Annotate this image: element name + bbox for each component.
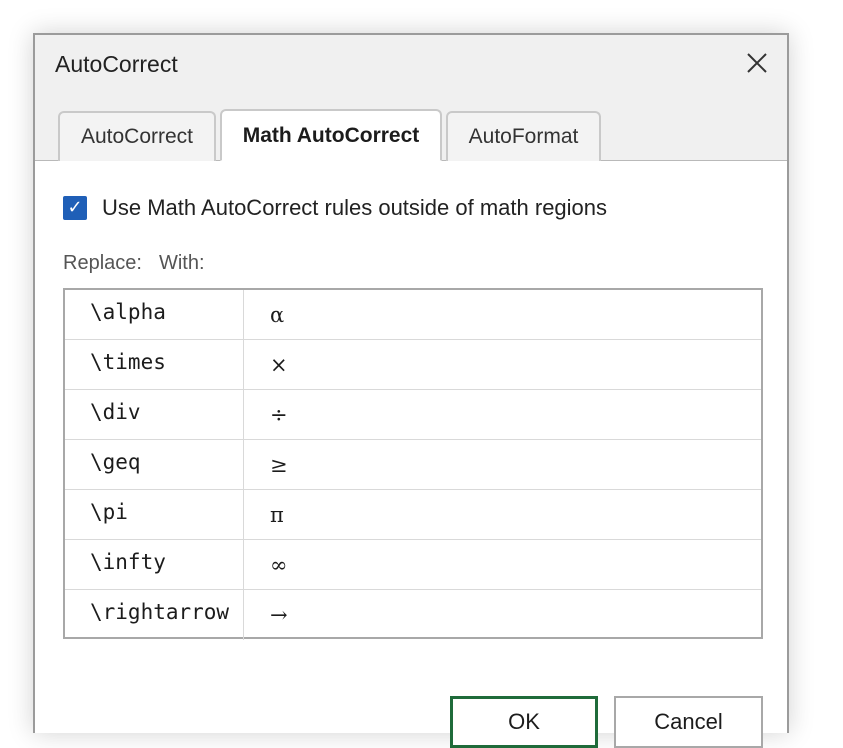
- checkmark-icon: ✓: [67, 197, 83, 218]
- rules-list[interactable]: \alpha α \times × \div ÷ \geq ≥ \pi π \i…: [63, 288, 763, 640]
- cancel-button[interactable]: Cancel: [614, 696, 763, 748]
- replace-cell: \div: [65, 390, 244, 439]
- tab-autocorrect[interactable]: AutoCorrect: [58, 111, 216, 161]
- title-bar: AutoCorrect: [35, 35, 787, 94]
- with-cell: ×: [270, 353, 288, 377]
- with-cell: ≥: [270, 453, 288, 477]
- tab-autoformat[interactable]: AutoFormat: [446, 111, 601, 161]
- tab-math-autocorrect[interactable]: Math AutoCorrect: [220, 109, 442, 161]
- list-item[interactable]: \geq ≥: [65, 440, 761, 490]
- with-cell: α: [270, 303, 285, 327]
- math-outside-regions-option: ✓ Use Math AutoCorrect rules outside of …: [63, 195, 607, 221]
- column-headers: Replace: With:: [63, 252, 205, 275]
- tab-strip: AutoCorrect Math AutoCorrect AutoFormat: [35, 93, 787, 161]
- autocorrect-dialog: AutoCorrect AutoCorrect Math AutoCorrect…: [33, 33, 789, 748]
- replace-cell: \infty: [65, 540, 244, 589]
- replace-cell: \times: [65, 340, 244, 389]
- replace-cell: \pi: [65, 490, 244, 539]
- close-icon: [747, 53, 767, 73]
- with-cell: ÷: [270, 403, 288, 427]
- list-item[interactable]: \alpha α: [65, 290, 761, 340]
- close-button[interactable]: [743, 49, 771, 77]
- math-outside-regions-checkbox[interactable]: ✓: [63, 196, 87, 220]
- replace-column-header: Replace:: [63, 252, 142, 274]
- ok-button[interactable]: OK: [450, 696, 598, 748]
- list-item[interactable]: \infty ∞: [65, 540, 761, 590]
- list-item[interactable]: \pi π: [65, 490, 761, 540]
- dialog-title: AutoCorrect: [55, 51, 178, 77]
- replace-cell: \geq: [65, 440, 244, 489]
- list-item[interactable]: \times ×: [65, 340, 761, 390]
- with-column-header: With:: [158, 252, 205, 274]
- replace-cell: \rightarrow: [65, 590, 244, 640]
- replace-cell: \alpha: [65, 290, 244, 339]
- math-outside-regions-label[interactable]: Use Math AutoCorrect rules outside of ma…: [102, 195, 607, 221]
- with-cell: →: [270, 603, 288, 627]
- with-cell: π: [270, 503, 284, 527]
- tab-panel: ✓ Use Math AutoCorrect rules outside of …: [35, 161, 787, 748]
- with-cell: ∞: [270, 553, 288, 577]
- list-item[interactable]: \div ÷: [65, 390, 761, 440]
- list-item[interactable]: \rightarrow →: [65, 590, 761, 640]
